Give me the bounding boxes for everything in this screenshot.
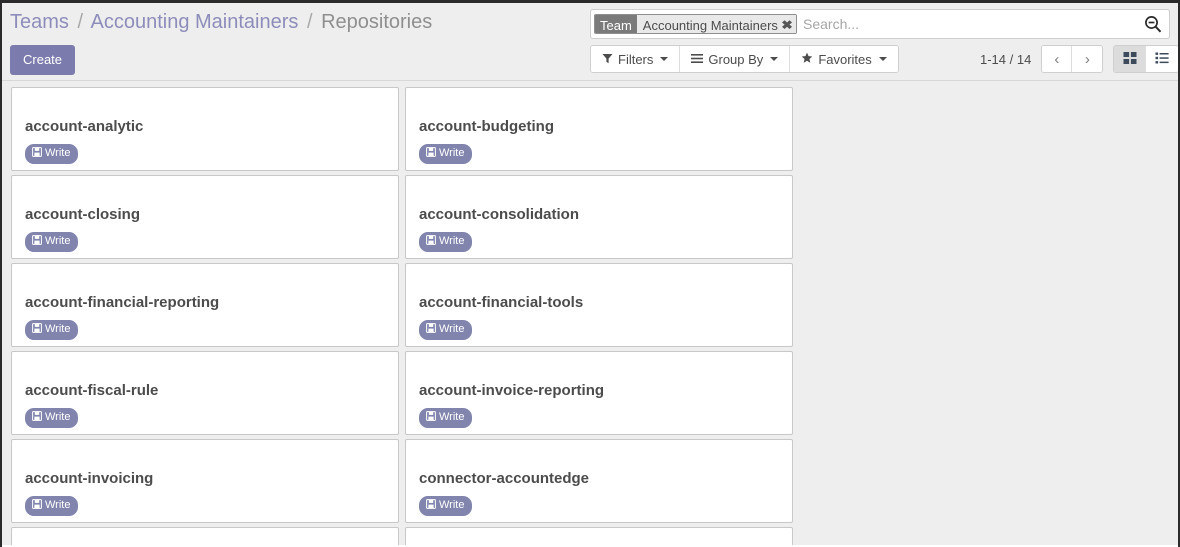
save-icon bbox=[32, 235, 42, 248]
access-badge-label: Write bbox=[45, 411, 71, 423]
save-icon bbox=[426, 499, 436, 512]
grid-icon bbox=[1123, 51, 1137, 68]
kanban-card-account-financial-reporting[interactable]: account-financial-reporting Write bbox=[11, 263, 399, 347]
list-icon bbox=[1155, 51, 1169, 68]
kanban-card-title: account-consolidation bbox=[419, 206, 580, 223]
save-icon bbox=[32, 147, 42, 160]
kanban-card-title: account-fiscal-rule bbox=[25, 382, 159, 399]
favorites-label: Favorites bbox=[818, 51, 872, 67]
star-icon bbox=[801, 52, 813, 67]
access-badge-label: Write bbox=[439, 323, 465, 335]
access-badge: Write bbox=[419, 408, 473, 428]
pager-previous-button[interactable]: ‹ bbox=[1042, 46, 1073, 72]
chevron-down-icon bbox=[660, 57, 669, 61]
view-switcher bbox=[1113, 45, 1178, 73]
search-facet-value-wrap: Accounting Maintainers ✖ bbox=[636, 15, 796, 33]
filters-label: Filters bbox=[618, 51, 654, 67]
access-badge-label: Write bbox=[439, 235, 465, 247]
save-icon bbox=[426, 235, 436, 248]
search-view[interactable]: Team Accounting Maintainers ✖ bbox=[590, 9, 1170, 39]
kanban-card-title: account-invoice-reporting bbox=[419, 382, 605, 399]
chevron-down-icon bbox=[878, 57, 887, 61]
pager-nav-group: ‹ › bbox=[1041, 45, 1104, 73]
kanban-card-title: account-analytic bbox=[25, 118, 144, 135]
save-icon bbox=[426, 323, 436, 336]
access-badge: Write bbox=[419, 320, 473, 340]
save-icon bbox=[32, 499, 42, 512]
access-badge-label: Write bbox=[439, 499, 465, 511]
save-icon bbox=[426, 147, 436, 160]
search-dropdowns: Filters Group By Favorites bbox=[590, 45, 899, 73]
kanban-card-title: account-financial-tools bbox=[419, 294, 584, 311]
search-facet-label: Team bbox=[595, 15, 637, 33]
pager-range: 1-14 / 14 bbox=[980, 51, 1032, 67]
access-badge: Write bbox=[25, 232, 79, 252]
kanban-card-account-invoicing[interactable]: account-invoicing Write bbox=[11, 439, 399, 523]
access-badge: Write bbox=[25, 144, 79, 164]
view-switcher-kanban-button[interactable] bbox=[1114, 46, 1147, 72]
access-badge-label: Write bbox=[439, 411, 465, 423]
access-badge-label: Write bbox=[45, 499, 71, 511]
close-icon[interactable]: ✖ bbox=[781, 19, 793, 31]
search-options-row: Filters Group By Favorites 1-14 / 14 ‹ › bbox=[590, 45, 1178, 73]
access-badge: Write bbox=[25, 496, 79, 516]
save-icon bbox=[32, 323, 42, 336]
access-badge-label: Write bbox=[45, 323, 71, 335]
kanban-card-account-closing[interactable]: account-closing Write bbox=[11, 175, 399, 259]
kanban-card-title: connector-accountedge bbox=[419, 470, 590, 487]
save-icon bbox=[32, 411, 42, 424]
kanban-card-account-financial-tools[interactable]: account-financial-tools Write bbox=[405, 263, 793, 347]
search-facet-team[interactable]: Team Accounting Maintainers ✖ bbox=[594, 14, 797, 34]
kanban-card-title: account-budgeting bbox=[419, 118, 554, 135]
kanban-grid: account-analytic Write account-budgeting bbox=[2, 82, 1178, 545]
chevron-down-icon bbox=[770, 57, 779, 61]
search-input[interactable] bbox=[797, 16, 1143, 32]
control-panel: Teams / Accounting Maintainers / Reposit… bbox=[2, 3, 1178, 81]
kanban-card-title: account-invoicing bbox=[25, 470, 154, 487]
access-badge: Write bbox=[419, 144, 473, 164]
page-root: Teams / Accounting Maintainers / Reposit… bbox=[2, 3, 1178, 545]
breadcrumb-separator: / bbox=[77, 11, 84, 33]
kanban-card-account-budgeting[interactable]: account-budgeting Write bbox=[405, 87, 793, 171]
save-icon bbox=[426, 411, 436, 424]
filters-dropdown-button[interactable]: Filters bbox=[591, 46, 681, 72]
access-badge: Write bbox=[419, 232, 473, 252]
group-by-dropdown-button[interactable]: Group By bbox=[680, 46, 791, 72]
list-lines-icon bbox=[691, 52, 704, 67]
access-badge-label: Write bbox=[45, 147, 71, 159]
breadcrumb-item-accounting-maintainers[interactable]: Accounting Maintainers bbox=[90, 11, 298, 33]
access-badge-label: Write bbox=[45, 235, 71, 247]
breadcrumb-item-teams[interactable]: Teams bbox=[10, 11, 69, 33]
search-icon[interactable] bbox=[1143, 14, 1163, 34]
access-badge: Write bbox=[25, 408, 79, 428]
kanban-card-intrastat[interactable]: intrastat Write bbox=[405, 527, 793, 545]
funnel-icon bbox=[602, 52, 613, 67]
create-button[interactable]: Create bbox=[10, 45, 76, 75]
pager-next-button[interactable]: › bbox=[1072, 46, 1103, 72]
breadcrumb-separator: / bbox=[306, 11, 313, 33]
access-badge: Write bbox=[419, 496, 473, 516]
kanban-card-connector-sage[interactable]: connector-sage Write bbox=[11, 527, 399, 545]
breadcrumb: Teams / Accounting Maintainers / Reposit… bbox=[10, 9, 432, 35]
kanban-card-account-fiscal-rule[interactable]: account-fiscal-rule Write bbox=[11, 351, 399, 435]
kanban-card-title: account-closing bbox=[25, 206, 141, 223]
pager: 1-14 / 14 ‹ › bbox=[980, 45, 1178, 73]
group-by-label: Group By bbox=[708, 51, 764, 67]
favorites-dropdown-button[interactable]: Favorites bbox=[790, 46, 898, 72]
kanban-card-account-analytic[interactable]: account-analytic Write bbox=[11, 87, 399, 171]
search-facet-value: Accounting Maintainers bbox=[642, 17, 778, 33]
kanban-card-connector-accountedge[interactable]: connector-accountedge Write bbox=[405, 439, 793, 523]
breadcrumb-item-repositories: Repositories bbox=[321, 11, 433, 33]
kanban-card-title: account-financial-reporting bbox=[25, 294, 220, 311]
kanban-card-account-consolidation[interactable]: account-consolidation Write bbox=[405, 175, 793, 259]
kanban-card-account-invoice-reporting[interactable]: account-invoice-reporting Write bbox=[405, 351, 793, 435]
access-badge: Write bbox=[25, 320, 79, 340]
view-switcher-list-button[interactable] bbox=[1146, 46, 1178, 72]
access-badge-label: Write bbox=[439, 147, 465, 159]
